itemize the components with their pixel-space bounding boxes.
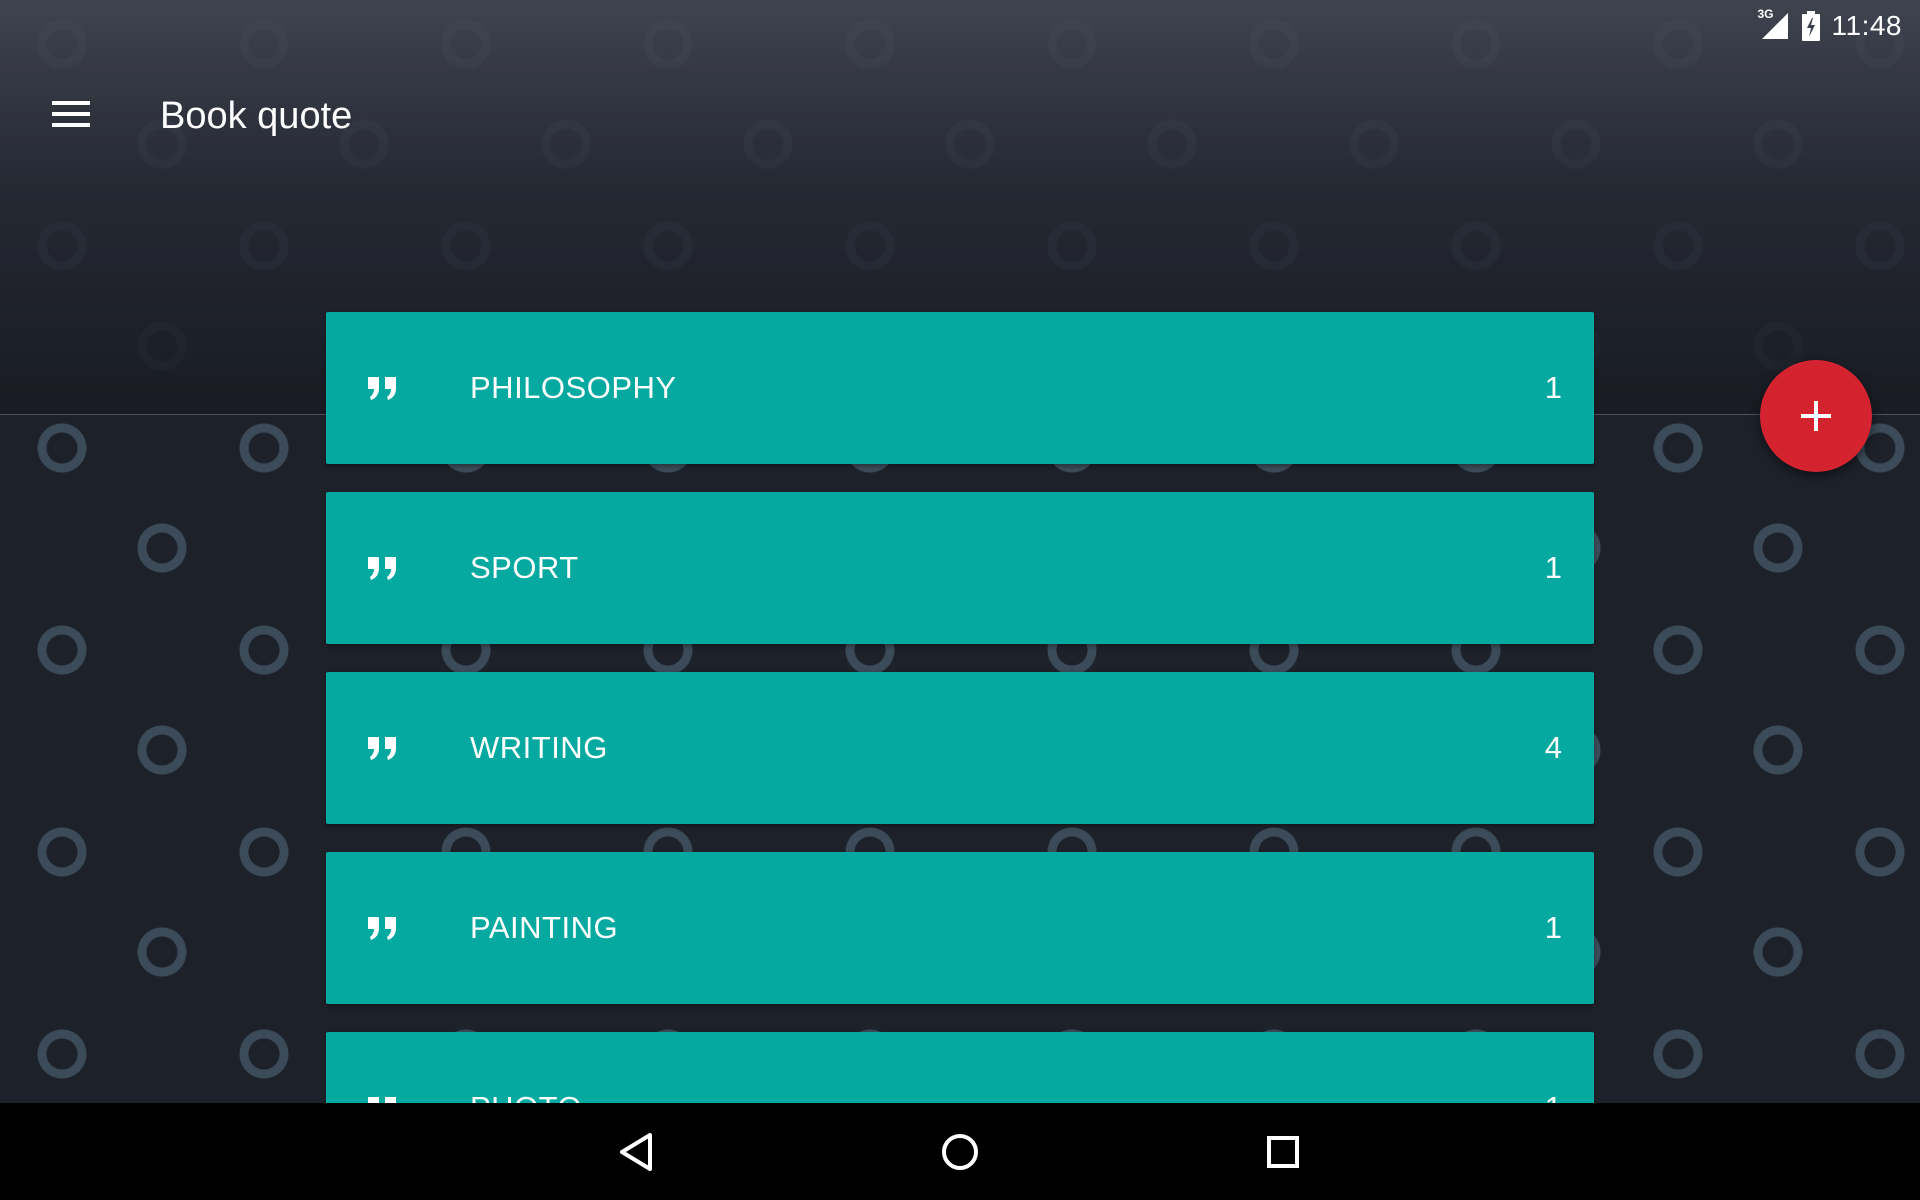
category-card-writing[interactable]: WRITING 4 — [326, 672, 1594, 824]
category-count: 1 — [1544, 550, 1562, 585]
app-title: Book quote — [160, 95, 353, 137]
category-label: PAINTING — [470, 910, 619, 945]
status-time: 11:48 — [1831, 10, 1902, 41]
system-navigation-bar — [0, 1103, 1920, 1200]
category-label: SPORT — [470, 550, 579, 585]
battery-charging-icon — [1801, 11, 1820, 41]
quote-icon — [368, 557, 396, 580]
hamburger-menu-button[interactable] — [44, 92, 100, 136]
category-card-painting[interactable]: PAINTING 1 — [326, 852, 1594, 1004]
recents-button[interactable] — [1258, 1127, 1308, 1177]
status-bar: 3G 11:48 — [1758, 6, 1903, 46]
category-count: 1 — [1544, 370, 1562, 405]
quote-icon — [368, 917, 396, 940]
home-button[interactable] — [935, 1127, 985, 1177]
category-card-sport[interactable]: SPORT 1 — [326, 492, 1594, 644]
category-count: 1 — [1544, 910, 1562, 945]
back-icon — [620, 1133, 652, 1171]
signal-icon: 3G — [1758, 7, 1790, 41]
category-label: WRITING — [470, 730, 608, 765]
recents-icon — [1267, 1136, 1299, 1168]
add-category-button[interactable] — [1760, 360, 1872, 472]
quote-icon — [368, 737, 396, 760]
category-count: 4 — [1544, 730, 1562, 765]
category-card-philosophy[interactable]: PHILOSOPHY 1 — [326, 312, 1594, 464]
home-icon — [942, 1134, 978, 1170]
category-list: PHILOSOPHY 1 SPORT 1 WRITING 4 PAINTING … — [326, 312, 1594, 1200]
hamburger-menu-icon — [52, 101, 90, 127]
plus-icon — [1801, 401, 1831, 431]
category-label: PHILOSOPHY — [470, 370, 677, 405]
back-button[interactable] — [612, 1127, 662, 1177]
network-type-label: 3G — [1757, 7, 1774, 21]
app-screen: 3G 11:48 Book quote PHILOSOPHY 1 SPORT 1… — [0, 0, 1920, 1200]
quote-icon — [368, 377, 396, 400]
